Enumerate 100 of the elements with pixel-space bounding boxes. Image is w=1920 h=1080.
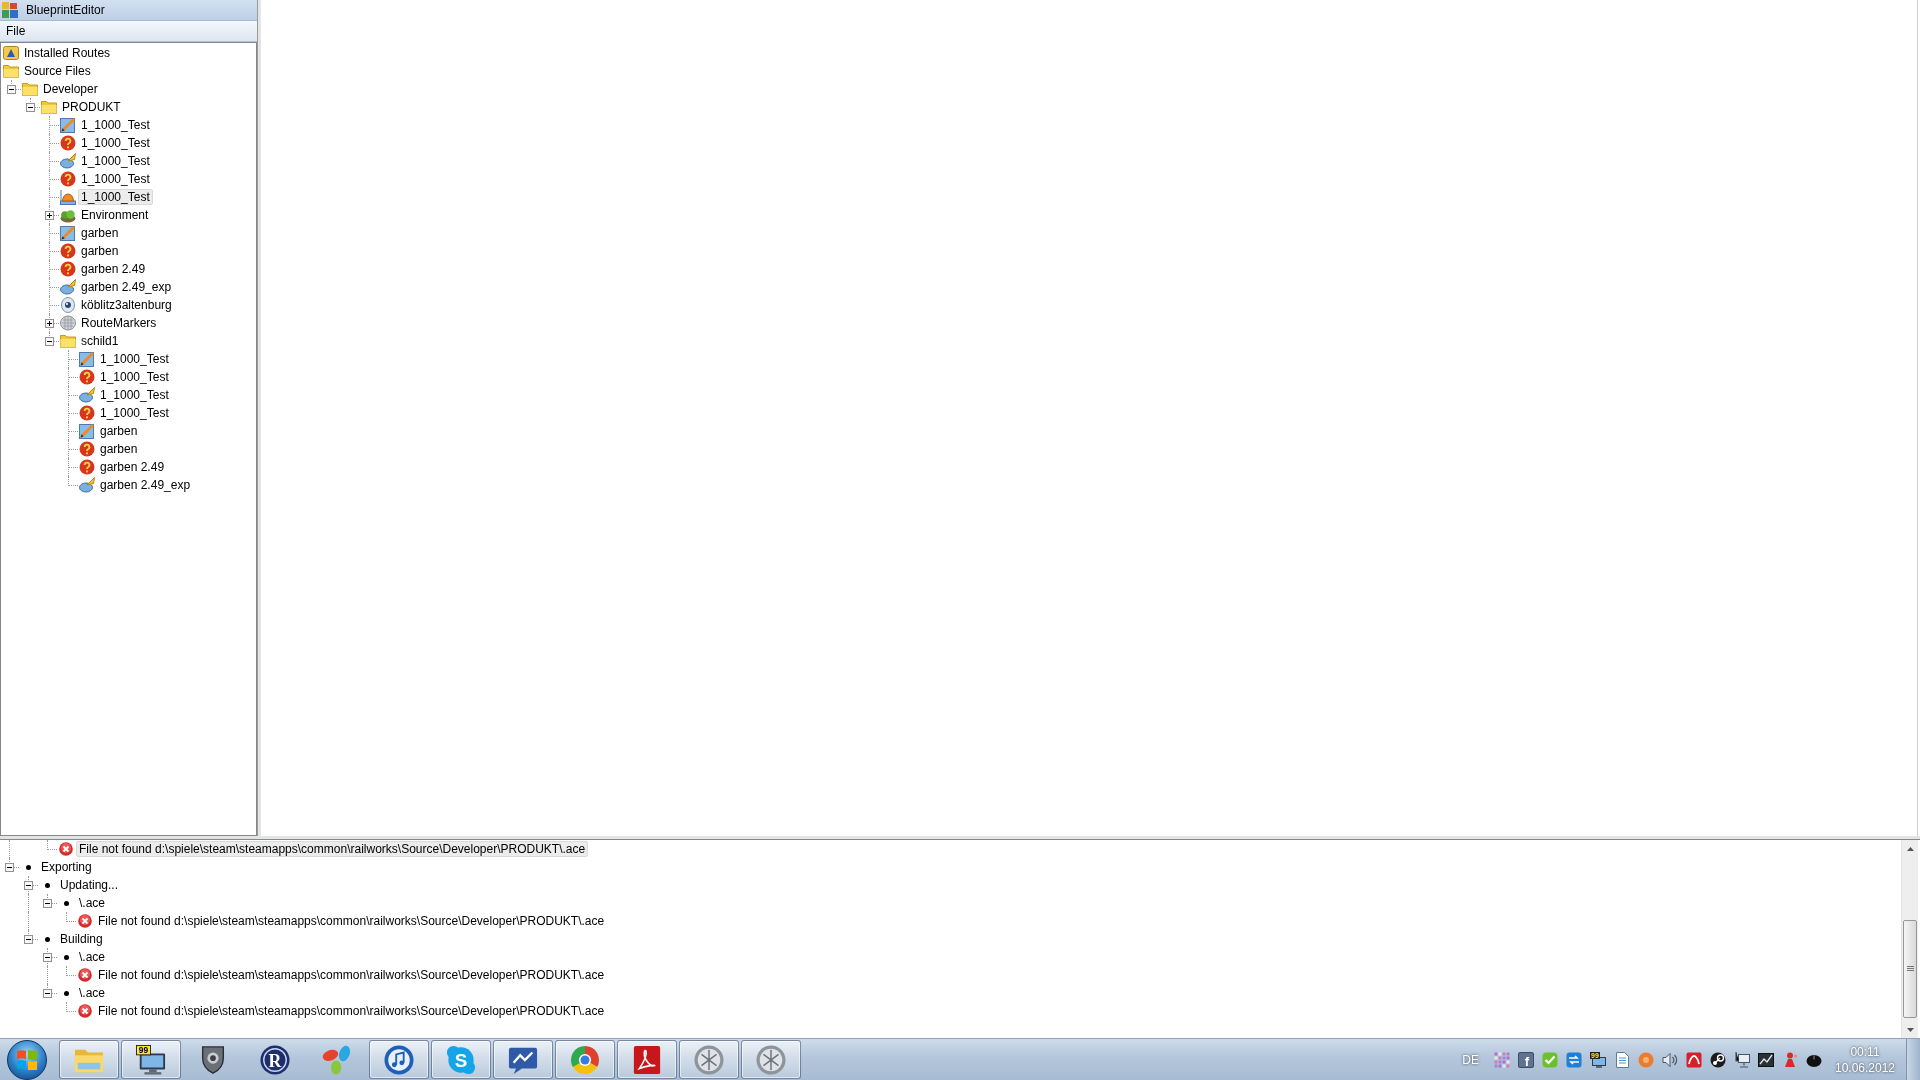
- collapse-toggle[interactable]: [5, 863, 14, 872]
- tree-item[interactable]: garben: [78, 225, 122, 241]
- taskbar-button[interactable]: [493, 1040, 553, 1079]
- vertical-scrollbar[interactable]: [1901, 840, 1918, 1038]
- log-entry[interactable]: \.ace: [76, 895, 108, 911]
- gear-disc-icon[interactable]: [1710, 1051, 1726, 1068]
- speaker-icon[interactable]: [1662, 1051, 1678, 1068]
- tree-item[interactable]: Environment: [78, 207, 152, 223]
- taskbar-button[interactable]: [617, 1040, 677, 1079]
- tree-item[interactable]: garben 2.49: [97, 459, 168, 475]
- network-icon[interactable]: [1734, 1051, 1750, 1068]
- tree-item[interactable]: 1_1000_Test: [97, 351, 172, 367]
- tree-item[interactable]: 1_1000_Test: [78, 171, 153, 187]
- folder-icon: [22, 81, 38, 97]
- log-entry[interactable]: Exporting: [38, 859, 95, 875]
- collapse-toggle[interactable]: [26, 103, 35, 112]
- log-entry[interactable]: File not found d:\spiele\steam\steamapps\common\railworks\Source\Developer\PRODUKT\.ace: [95, 967, 608, 983]
- dots-grid-icon[interactable]: [1494, 1051, 1510, 1068]
- tree-item[interactable]: garben 2.49: [78, 261, 149, 277]
- bullet-icon: [44, 882, 50, 888]
- tree-item[interactable]: 1_1000_Test: [78, 117, 153, 133]
- check-icon[interactable]: [1542, 1051, 1558, 1068]
- collapse-toggle[interactable]: [43, 899, 52, 908]
- error-icon: [78, 1004, 92, 1018]
- capsule-icon: [60, 279, 76, 295]
- log-entry[interactable]: File not found d:\spiele\steam\steamapps\common\railworks\Source\Developer\PRODUKT\.ace: [95, 913, 608, 929]
- start-button[interactable]: [7, 1039, 47, 1080]
- tricolor-ring-icon: [570, 1044, 600, 1075]
- chart-tile-icon[interactable]: [1758, 1051, 1774, 1068]
- bullet-icon: [63, 954, 69, 960]
- collapse-toggle[interactable]: [43, 989, 52, 998]
- umbrella-tile-icon[interactable]: [1686, 1051, 1702, 1068]
- arrows-tile-icon[interactable]: [1566, 1051, 1582, 1068]
- taskbar-button[interactable]: [555, 1040, 615, 1079]
- collapse-toggle[interactable]: [24, 881, 33, 890]
- bush-icon: [60, 207, 76, 223]
- figure-icon[interactable]: [1782, 1051, 1798, 1068]
- log-entry[interactable]: \.ace: [76, 985, 108, 1001]
- log-entry[interactable]: File not found d:\spiele\steam\steamapps\common\railworks\Source\Developer\PRODUKT\.ace: [76, 841, 589, 857]
- tree-item[interactable]: 1_1000_Test: [97, 387, 172, 403]
- error-icon: [59, 842, 73, 856]
- tree-item[interactable]: garben 2.49_exp: [97, 477, 194, 493]
- bullet-icon: [25, 864, 31, 870]
- error-icon: [78, 968, 92, 982]
- question-mark-icon: [79, 369, 95, 385]
- swirl-tile-icon: [632, 1044, 662, 1075]
- menu-item[interactable]: File: [0, 22, 32, 40]
- caret-up-icon: [1906, 846, 1914, 851]
- tree-item[interactable]: garben: [97, 441, 141, 457]
- folder-icon: [3, 63, 19, 79]
- collapse-toggle[interactable]: [43, 953, 52, 962]
- tree-item[interactable]: garben 2.49_exp: [78, 279, 175, 295]
- petals-icon: [322, 1044, 352, 1075]
- bullet-icon: [44, 936, 50, 942]
- tiles-icon: [2, 2, 18, 18]
- eye-icon: [60, 297, 76, 313]
- tree-item[interactable]: 1_1000_Test: [78, 189, 153, 205]
- taskbar-button[interactable]: [679, 1040, 739, 1079]
- tree-item[interactable]: 1_1000_Test: [78, 135, 153, 151]
- expand-toggle[interactable]: [45, 211, 54, 220]
- letter-tile-icon[interactable]: f: [1518, 1051, 1534, 1068]
- log-entry[interactable]: File not found d:\spiele\steam\steamapps\common\railworks\Source\Developer\PRODUKT\.ace: [95, 1003, 608, 1019]
- log-entry[interactable]: Building: [57, 931, 106, 947]
- tree-item[interactable]: 1_1000_Test: [78, 153, 153, 169]
- taskbar-button[interactable]: R: [245, 1040, 305, 1079]
- tree-item[interactable]: Developer: [40, 81, 101, 97]
- page-icon[interactable]: [1614, 1051, 1630, 1068]
- letter-bubble-icon: S: [446, 1044, 476, 1075]
- tree-item[interactable]: köblitz3altenburg: [78, 297, 175, 313]
- tree-item[interactable]: RouteMarkers: [78, 315, 160, 331]
- tree-item[interactable]: garben: [97, 423, 141, 439]
- tree-item[interactable]: Installed Routes: [21, 45, 114, 61]
- pencil-picture-icon: [79, 423, 95, 439]
- flag-icon: [17, 1049, 37, 1070]
- question-mark-icon: [60, 135, 76, 151]
- collapse-toggle[interactable]: [7, 85, 16, 94]
- taskbar-button[interactable]: [741, 1040, 801, 1079]
- tree-item[interactable]: garben: [78, 243, 122, 259]
- taskbar-button[interactable]: [369, 1040, 429, 1079]
- log-entry[interactable]: Updating...: [57, 877, 122, 893]
- tree-item[interactable]: 1_1000_Test: [97, 369, 172, 385]
- folder-icon: [60, 333, 76, 349]
- expand-toggle[interactable]: [45, 319, 54, 328]
- dome-icon: [60, 189, 76, 205]
- taskbar-button[interactable]: 99: [121, 1040, 181, 1079]
- disc-icon: [694, 1044, 724, 1075]
- tree-item[interactable]: Source Files: [21, 63, 94, 79]
- scrollbar-thumb[interactable]: [1903, 920, 1917, 1018]
- log-entry[interactable]: \.ace: [76, 949, 108, 965]
- tree-item[interactable]: 1_1000_Test: [97, 405, 172, 421]
- sign-icon: [3, 45, 19, 61]
- tree-item[interactable]: schild1: [78, 333, 122, 349]
- capsule-icon: [60, 153, 76, 169]
- tree-item[interactable]: PRODUKT: [59, 99, 124, 115]
- error-icon: [78, 914, 92, 928]
- pencil-picture-icon: [60, 117, 76, 133]
- bullet-icon: [63, 990, 69, 996]
- grip-icon: [1906, 966, 1914, 972]
- collapse-toggle[interactable]: [45, 337, 54, 346]
- collapse-toggle[interactable]: [24, 935, 33, 944]
